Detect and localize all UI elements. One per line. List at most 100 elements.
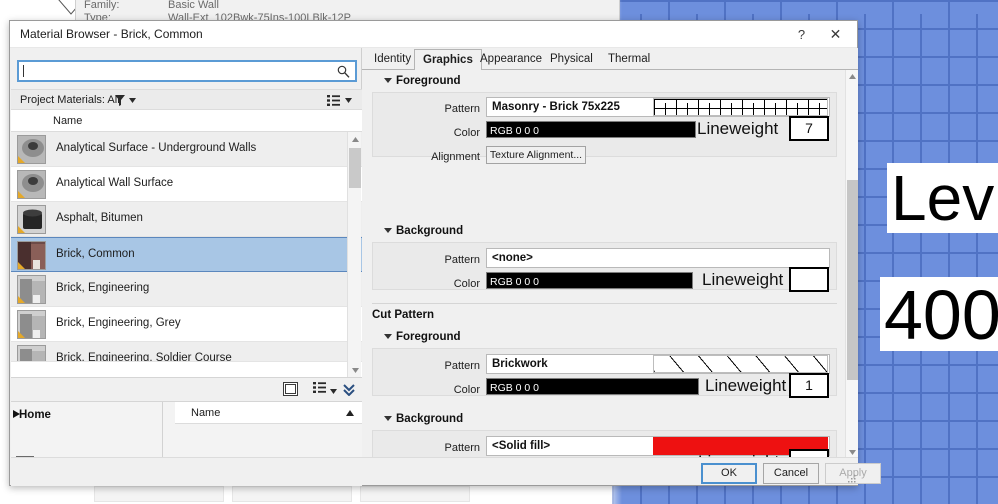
cut-pattern-header: Cut Pattern: [372, 309, 434, 321]
cut-background-header[interactable]: Background: [384, 413, 463, 425]
material-thumbnail: [17, 170, 46, 199]
ok-button[interactable]: OK: [701, 463, 757, 484]
shading-fg-pattern-label: Pattern: [444, 103, 480, 115]
cut-fg-color-value: RGB 0 0 0: [490, 382, 540, 394]
material-name: Analytical Surface - Underground Walls: [56, 142, 257, 154]
shading-fg-color-label: Color: [453, 127, 480, 139]
dialog-footer: OK Cancel Apply: [11, 457, 881, 485]
material-list-item[interactable]: Brick, Engineering, Soldier Course: [11, 342, 362, 362]
list-view-icon[interactable]: [327, 95, 340, 106]
shading-bg-lineweight-label: Lineweight: [702, 270, 784, 289]
graphics-properties-scroll: Foreground Pattern Masonry - Brick 75x22…: [362, 70, 858, 459]
level-tag-text: Lev: [887, 163, 998, 233]
material-list-item[interactable]: Asphalt, Bitumen: [11, 202, 362, 237]
material-name: Analytical Wall Surface: [56, 177, 174, 189]
material-thumbnail: [17, 241, 46, 270]
help-button[interactable]: ?: [786, 21, 817, 47]
shading-bg-pattern-label: Pattern: [444, 254, 480, 266]
chevron-down-icon[interactable]: [345, 98, 352, 103]
tooltip-family-value: Basic Wall: [168, 0, 219, 11]
bottom-strip-item: [232, 486, 352, 502]
library-column-header-name: Name: [191, 407, 221, 419]
cut-fg-pattern-preview: [653, 355, 828, 373]
material-list-item[interactable]: Analytical Wall Surface: [11, 167, 362, 202]
search-box[interactable]: [17, 60, 357, 82]
close-button[interactable]: ✕: [820, 21, 851, 47]
material-browser-dialog: Material Browser - Brick, Common ? ✕ Pro…: [9, 20, 881, 486]
dimension-tag-text: 400: [880, 277, 998, 351]
shading-foreground-header[interactable]: Foreground: [384, 75, 461, 87]
chevron-double-down-icon[interactable]: [342, 382, 356, 399]
scrollbar-thumb[interactable]: [847, 180, 858, 380]
shading-fg-pattern-value: Masonry - Brick 75x225: [492, 101, 620, 113]
texture-alignment-button[interactable]: Texture Alignment...: [486, 146, 586, 164]
scroll-up-arrow-icon[interactable]: [348, 132, 362, 146]
material-editor-pane: Identity Graphics Appearance Physical Th…: [362, 48, 858, 459]
material-name: Asphalt, Bitumen: [56, 212, 143, 224]
cut-foreground-header[interactable]: Foreground: [384, 331, 461, 343]
dialog-title: Material Browser - Brick, Common: [20, 27, 203, 41]
shading-fg-color-value: RGB 0 0 0: [490, 125, 540, 137]
material-list-item[interactable]: Brick, Engineering: [11, 272, 362, 307]
bottom-strip-item: [360, 486, 470, 502]
properties-scrollbar[interactable]: [845, 70, 858, 459]
collapse-triangle-icon[interactable]: [384, 416, 392, 422]
cut-fg-color-label: Color: [453, 384, 480, 396]
material-list-header: Name: [11, 110, 362, 132]
collapse-triangle-icon[interactable]: [384, 334, 392, 340]
tab-physical[interactable]: Physical: [542, 50, 601, 70]
cancel-button[interactable]: Cancel: [763, 463, 819, 484]
material-thumbnail: [17, 345, 46, 361]
material-browser-left-pane: Project Materials: All Name Analytical S…: [11, 48, 362, 486]
material-name: Brick, Engineering, Grey: [56, 317, 181, 329]
shading-bg-lineweight-field[interactable]: [789, 267, 829, 292]
cut-bg-pattern-label: Pattern: [444, 442, 480, 454]
collapse-triangle-icon[interactable]: [384, 78, 392, 84]
material-name: Brick, Common: [56, 248, 135, 260]
search-icon[interactable]: [337, 65, 350, 78]
material-list-scrollbar[interactable]: [347, 132, 361, 377]
material-library-pane: Home Name: [11, 402, 362, 462]
material-thumbnail: [17, 135, 46, 164]
panel-toggle-icon[interactable]: [283, 382, 298, 399]
shading-fg-color-swatch[interactable]: RGB 0 0 0: [486, 121, 696, 138]
cut-fg-color-swatch[interactable]: RGB 0 0 0: [486, 378, 699, 395]
shading-bg-color-swatch[interactable]: RGB 0 0 0: [486, 272, 693, 289]
chevron-down-icon[interactable]: [129, 98, 136, 103]
sort-ascending-icon[interactable]: [346, 410, 354, 416]
library-tree-pane[interactable]: Home: [11, 402, 163, 462]
tab-thermal[interactable]: Thermal: [600, 50, 658, 70]
project-materials-filter-row[interactable]: Project Materials: All: [11, 89, 362, 110]
filter-funnel-icon[interactable]: [115, 95, 125, 106]
material-editor-tabs: Identity Graphics Appearance Physical Th…: [362, 48, 858, 71]
shading-bg-pattern-field[interactable]: <none>: [486, 248, 830, 268]
collapse-triangle-icon[interactable]: [384, 228, 392, 234]
material-name: Brick, Engineering, Soldier Course: [56, 352, 232, 362]
shading-fg-pattern-preview: [653, 98, 828, 116]
tab-appearance[interactable]: Appearance: [472, 50, 550, 70]
shading-fg-lineweight-field[interactable]: 7: [789, 116, 829, 141]
cut-fg-pattern-value: Brickwork: [492, 358, 548, 370]
material-list-item[interactable]: Brick, Engineering, Grey: [11, 307, 362, 342]
material-thumbnail: [17, 275, 46, 304]
scroll-down-arrow-icon[interactable]: [348, 363, 362, 377]
material-list-toolbar: [11, 377, 362, 402]
material-list-item[interactable]: Analytical Surface - Underground Walls: [11, 132, 362, 167]
scrollbar-thumb[interactable]: [349, 148, 361, 188]
tab-identity[interactable]: Identity: [366, 50, 419, 70]
resize-grip-icon[interactable]: [846, 473, 856, 483]
scroll-up-arrow-icon[interactable]: [846, 70, 859, 83]
shading-bg-pattern-value: <none>: [492, 252, 533, 264]
cut-fg-lineweight-field[interactable]: 1: [789, 373, 829, 398]
shading-bg-color-label: Color: [453, 278, 480, 290]
shading-bg-color-value: RGB 0 0 0: [490, 276, 540, 288]
view-options-icon[interactable]: [313, 382, 326, 396]
material-list-item-selected[interactable]: Brick, Common: [11, 237, 362, 272]
material-thumbnail: [17, 205, 46, 234]
search-input[interactable]: [23, 64, 323, 78]
shading-background-header[interactable]: Background: [384, 225, 463, 237]
library-column-header[interactable]: Name: [175, 402, 362, 424]
chevron-down-icon[interactable]: [330, 385, 337, 397]
dialog-titlebar[interactable]: Material Browser - Brick, Common ? ✕: [10, 21, 857, 48]
material-list[interactable]: Analytical Surface - Underground Walls A…: [11, 132, 362, 377]
